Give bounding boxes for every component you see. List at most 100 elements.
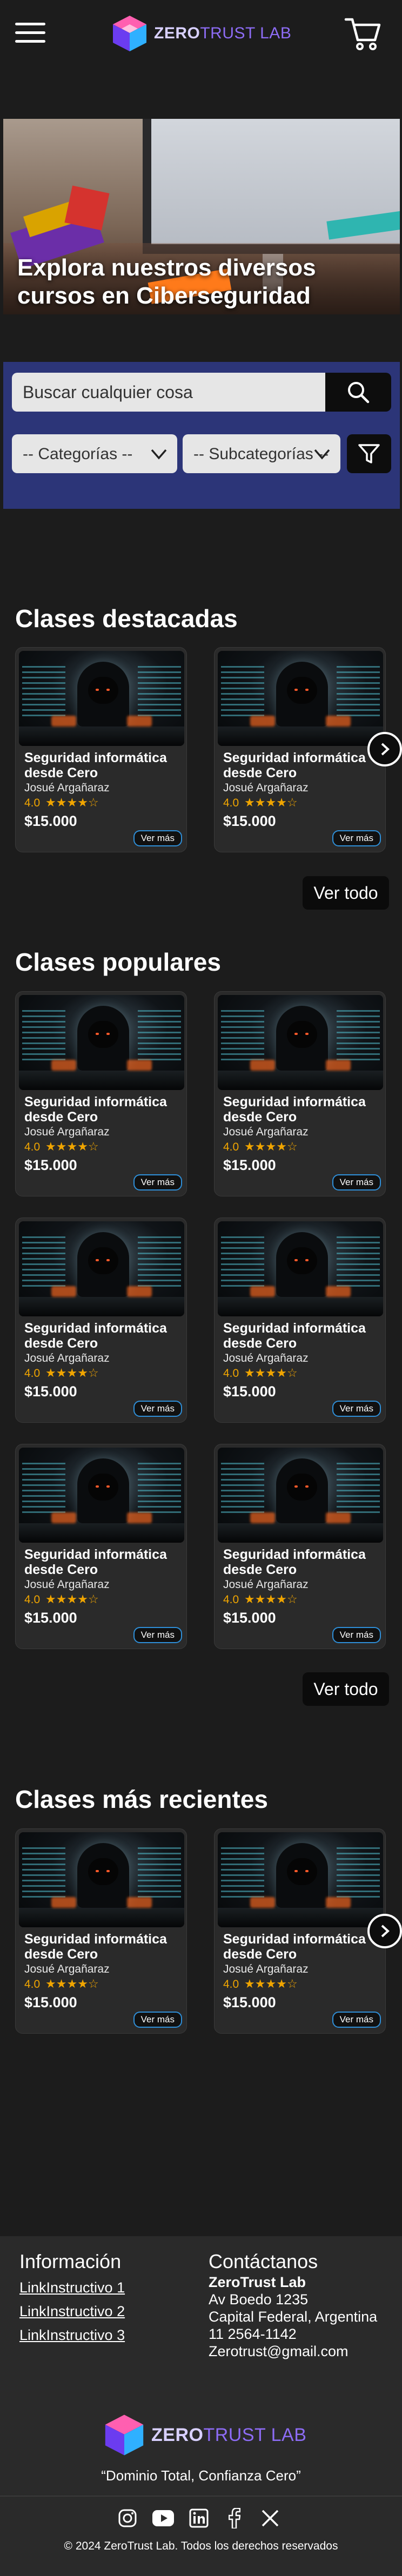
rating-value: 4.0 bbox=[24, 1367, 41, 1380]
course-card[interactable]: Seguridad informática desde Cero Josué A… bbox=[15, 1218, 187, 1423]
course-author: Josué Argañaraz bbox=[24, 1578, 110, 1591]
see-more-button[interactable]: Ver más bbox=[133, 1627, 182, 1643]
footer-copyright: © 2024 ZeroTrust Lab. Todos los derechos… bbox=[64, 2540, 338, 2552]
course-rating: 4.0 ★★★★☆ bbox=[24, 1592, 99, 1606]
search-input[interactable]: Buscar cualquier cosa bbox=[12, 373, 329, 412]
footer-link-2[interactable]: LinkInstructivo 2 bbox=[19, 2303, 125, 2320]
filter-icon bbox=[358, 444, 380, 463]
course-card[interactable]: Seguridad informática desde Cero Josué A… bbox=[214, 647, 386, 852]
hero-title: Explora nuestros diversos cursos en Cibe… bbox=[17, 254, 316, 309]
footer-motto: “Dominio Total, Confianza Cero” bbox=[101, 2467, 301, 2484]
hamburger-menu-icon[interactable] bbox=[15, 23, 45, 44]
course-price: $15.000 bbox=[223, 1157, 276, 1173]
see-more-button[interactable]: Ver más bbox=[133, 2012, 182, 2028]
course-title: Seguridad informática desde Cero bbox=[223, 750, 366, 781]
linkedin-icon[interactable] bbox=[187, 2506, 211, 2530]
course-thumbnail bbox=[19, 651, 184, 746]
course-price: $15.000 bbox=[24, 1994, 77, 2010]
see-more-button[interactable]: Ver más bbox=[133, 830, 182, 846]
course-card[interactable]: Seguridad informática desde Cero Josué A… bbox=[15, 647, 187, 852]
site-footer: Información LinkInstructivo 1 LinkInstru… bbox=[0, 2236, 402, 2576]
popular-section-title: Clases populares bbox=[15, 948, 221, 976]
hero-banner: Explora nuestros diversos cursos en Cibe… bbox=[3, 119, 400, 314]
course-price: $15.000 bbox=[223, 813, 276, 829]
see-more-button[interactable]: Ver más bbox=[332, 1627, 381, 1643]
course-title: Seguridad informática desde Cero bbox=[24, 1321, 167, 1351]
course-rating: 4.0 ★★★★☆ bbox=[223, 1592, 298, 1606]
youtube-icon[interactable] bbox=[151, 2506, 175, 2530]
search-button[interactable] bbox=[325, 373, 391, 412]
featured-next-button[interactable] bbox=[367, 732, 402, 766]
course-title: Seguridad informática desde Cero bbox=[24, 1547, 167, 1577]
course-title: Seguridad informática desde Cero bbox=[24, 1094, 167, 1125]
recent-next-button[interactable] bbox=[367, 1914, 402, 1948]
see-more-button[interactable]: Ver más bbox=[332, 1174, 381, 1191]
course-author: Josué Argañaraz bbox=[223, 1352, 309, 1364]
course-card[interactable]: Seguridad informática desde Cero Josué A… bbox=[214, 991, 386, 1196]
star-rating-icon: ★★★★☆ bbox=[244, 1140, 298, 1153]
rating-value: 4.0 bbox=[223, 1141, 239, 1153]
popular-see-all-button[interactable]: Ver todo bbox=[303, 1672, 389, 1706]
course-thumbnail bbox=[19, 1832, 184, 1927]
course-rating: 4.0 ★★★★☆ bbox=[223, 1366, 298, 1380]
footer-logo-text: ZEROTRUST LAB bbox=[151, 2424, 307, 2445]
see-more-button[interactable]: Ver más bbox=[332, 1401, 381, 1417]
category-select[interactable]: -- Categorías -- bbox=[12, 434, 177, 473]
course-thumbnail bbox=[19, 1221, 184, 1316]
course-card[interactable]: Seguridad informática desde Cero Josué A… bbox=[214, 1444, 386, 1649]
footer-divider bbox=[0, 2496, 402, 2497]
footer-link-1[interactable]: LinkInstructivo 1 bbox=[19, 2279, 125, 2296]
course-author: Josué Argañaraz bbox=[223, 1126, 309, 1138]
footer-address: Av Boedo 1235 bbox=[209, 2291, 309, 2308]
course-card[interactable]: Seguridad informática desde Cero Josué A… bbox=[15, 991, 187, 1196]
footer-logo[interactable]: ZEROTRUST LAB bbox=[103, 2412, 306, 2458]
rating-value: 4.0 bbox=[223, 797, 239, 809]
see-more-button[interactable]: Ver más bbox=[133, 1174, 182, 1191]
subcategory-select-value: -- Subcategorías -- bbox=[193, 445, 329, 463]
course-price: $15.000 bbox=[24, 813, 77, 829]
rating-value: 4.0 bbox=[24, 1978, 41, 1990]
footer-link-3[interactable]: LinkInstructivo 3 bbox=[19, 2327, 125, 2344]
course-card[interactable]: Seguridad informática desde Cero Josué A… bbox=[214, 1218, 386, 1423]
x-icon[interactable] bbox=[258, 2506, 282, 2530]
category-select-value: -- Categorías -- bbox=[23, 445, 133, 463]
star-rating-icon: ★★★★☆ bbox=[244, 1366, 298, 1380]
footer-info-title: Información bbox=[19, 2250, 122, 2272]
course-author: Josué Argañaraz bbox=[24, 1352, 110, 1364]
course-price: $15.000 bbox=[24, 1157, 77, 1173]
course-card[interactable]: Seguridad informática desde Cero Josué A… bbox=[15, 1444, 187, 1649]
course-price: $15.000 bbox=[223, 1610, 276, 1626]
subcategory-select[interactable]: -- Subcategorías -- bbox=[183, 434, 340, 473]
site-logo[interactable]: ZEROTRUST LAB bbox=[111, 12, 291, 55]
course-title: Seguridad informática desde Cero bbox=[223, 1547, 366, 1577]
see-more-button[interactable]: Ver más bbox=[332, 830, 381, 846]
featured-section-title: Clases destacadas bbox=[15, 604, 238, 633]
see-more-button[interactable]: Ver más bbox=[133, 1401, 182, 1417]
course-rating: 4.0 ★★★★☆ bbox=[24, 1140, 99, 1154]
star-rating-icon: ★★★★☆ bbox=[45, 1977, 99, 1990]
cart-icon[interactable] bbox=[344, 14, 383, 53]
footer-city: Capital Federal, Argentina bbox=[209, 2309, 378, 2325]
course-thumbnail bbox=[218, 1832, 383, 1927]
course-author: Josué Argañaraz bbox=[223, 1963, 309, 1975]
filter-button[interactable] bbox=[347, 434, 391, 473]
course-card[interactable]: Seguridad informática desde Cero Josué A… bbox=[214, 1828, 386, 2034]
facebook-icon[interactable] bbox=[223, 2506, 246, 2530]
logo-cube-icon bbox=[113, 16, 146, 51]
course-rating: 4.0 ★★★★☆ bbox=[223, 796, 298, 810]
footer-phone: 11 2564-1142 bbox=[209, 2326, 297, 2342]
rating-value: 4.0 bbox=[24, 1593, 41, 1606]
see-more-button[interactable]: Ver más bbox=[332, 2012, 381, 2028]
recent-section-title: Clases más recientes bbox=[15, 1785, 268, 1813]
course-price: $15.000 bbox=[223, 1383, 276, 1400]
rating-value: 4.0 bbox=[223, 1367, 239, 1380]
course-price: $15.000 bbox=[223, 1994, 276, 2010]
course-title: Seguridad informática desde Cero bbox=[223, 1094, 366, 1125]
rating-value: 4.0 bbox=[24, 1141, 41, 1153]
instagram-icon[interactable] bbox=[116, 2506, 139, 2530]
course-author: Josué Argañaraz bbox=[24, 782, 110, 794]
featured-see-all-button[interactable]: Ver todo bbox=[303, 876, 389, 910]
course-rating: 4.0 ★★★★☆ bbox=[24, 796, 99, 810]
footer-email[interactable]: Zerotrust@gmail.com bbox=[209, 2343, 348, 2360]
course-card[interactable]: Seguridad informática desde Cero Josué A… bbox=[15, 1828, 187, 2034]
